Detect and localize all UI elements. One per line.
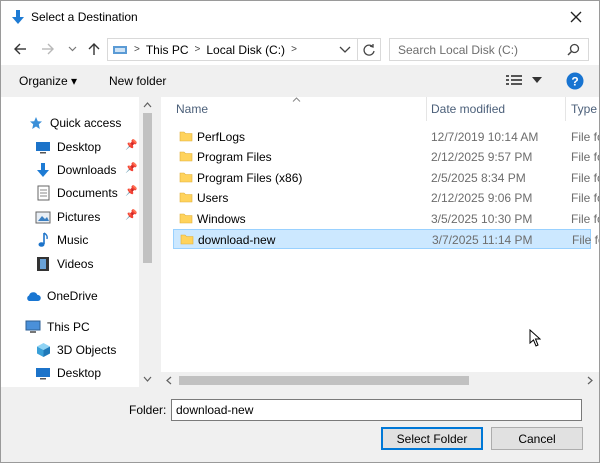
scroll-down-icon[interactable]	[143, 376, 152, 382]
column-header-date[interactable]: Date modified	[431, 97, 505, 121]
search-box[interactable]	[389, 38, 589, 61]
back-arrow-icon	[14, 43, 26, 55]
organize-button[interactable]: Organize ▾	[19, 74, 77, 88]
breadcrumb-local-disk[interactable]: Local Disk (C:)	[206, 43, 285, 57]
documents-icon	[35, 185, 51, 201]
forward-button[interactable]	[39, 40, 57, 58]
pin-icon: 📌	[125, 210, 138, 221]
nav-scroll-thumb[interactable]	[143, 113, 152, 263]
table-row[interactable]: Users 2/12/2025 9:06 PM File fo	[173, 188, 599, 208]
column-divider[interactable]	[426, 97, 427, 121]
pin-icon: 📌	[125, 186, 138, 197]
download-icon	[35, 162, 51, 178]
nav-item-desktop-pc[interactable]: Desktop	[35, 363, 101, 383]
cancel-button[interactable]: Cancel	[491, 427, 583, 450]
cube-icon	[35, 342, 51, 358]
horizontal-scrollbar[interactable]	[161, 372, 599, 389]
toolbar: Organize ▾ New folder ?	[1, 65, 599, 97]
search-icon	[567, 43, 580, 56]
cloud-icon	[25, 288, 41, 304]
column-header-name[interactable]: Name	[176, 97, 208, 121]
nav-item-quick-access[interactable]: Quick access	[28, 113, 121, 133]
computer-icon	[25, 319, 41, 335]
nav-scrollbar[interactable]	[139, 97, 156, 387]
column-divider[interactable]	[565, 97, 566, 121]
nav-item-desktop[interactable]: Desktop	[35, 137, 101, 157]
breadcrumb-separator: >	[134, 44, 140, 55]
scroll-up-icon[interactable]	[143, 102, 152, 108]
close-button[interactable]	[553, 1, 599, 33]
music-icon	[35, 232, 51, 248]
scroll-right-icon[interactable]	[587, 376, 593, 385]
nav-item-pictures[interactable]: Pictures	[35, 207, 100, 227]
breadcrumb-separator: >	[194, 44, 201, 55]
address-row: > This PC > Local Disk (C:) >	[1, 33, 599, 65]
recent-locations-button[interactable]	[63, 40, 81, 58]
forward-arrow-icon	[42, 43, 54, 55]
address-bar[interactable]: > This PC > Local Disk (C:) >	[107, 38, 381, 61]
search-input[interactable]	[390, 39, 560, 60]
horizontal-scroll-thumb[interactable]	[179, 376, 469, 385]
folder-label: Folder:	[129, 403, 167, 417]
close-icon	[570, 11, 582, 23]
folder-icon	[179, 213, 193, 224]
table-row[interactable]: Windows 3/5/2025 10:30 PM File fo	[173, 209, 599, 229]
back-button[interactable]	[11, 40, 29, 58]
new-folder-button[interactable]: New folder	[109, 74, 166, 88]
pictures-icon	[35, 209, 51, 225]
select-folder-button[interactable]: Select Folder	[381, 427, 483, 450]
download-arrow-icon	[12, 10, 24, 24]
details-view-icon	[506, 75, 522, 85]
window-title: Select a Destination	[31, 10, 138, 24]
pin-icon: 📌	[125, 140, 138, 151]
refresh-icon[interactable]	[362, 43, 376, 57]
desktop-icon	[35, 365, 51, 381]
nav-item-music[interactable]: Music	[35, 230, 88, 250]
table-row[interactable]: PerfLogs 12/7/2019 10:14 AM File fo	[173, 127, 599, 147]
pin-icon: 📌	[125, 163, 138, 174]
file-list: Name Date modified Type PerfLogs 12/7/20…	[161, 97, 599, 372]
star-icon	[28, 115, 44, 131]
breadcrumb-this-pc[interactable]: This PC	[146, 43, 189, 57]
chevron-down-icon[interactable]	[339, 46, 351, 54]
navigation-pane: Quick access Desktop 📌 Downloads 📌 Docum…	[1, 97, 156, 387]
folder-name-field[interactable]	[171, 399, 582, 421]
table-row-selected[interactable]: download-new 3/7/2025 11:14 PM File fo	[173, 229, 599, 249]
up-arrow-icon	[88, 43, 100, 55]
nav-item-downloads[interactable]: Downloads	[35, 160, 116, 180]
table-row[interactable]: Program Files 2/12/2025 9:57 PM File fo	[173, 147, 599, 167]
nav-item-3d-objects[interactable]: 3D Objects	[35, 340, 116, 360]
desktop-icon	[35, 139, 51, 155]
folder-icon	[179, 172, 193, 183]
select-destination-dialog: Select a Destination > This PC > Local D…	[0, 0, 600, 463]
scroll-left-icon[interactable]	[166, 376, 172, 385]
view-options-button[interactable]	[506, 74, 542, 86]
nav-item-this-pc[interactable]: This PC	[25, 317, 90, 337]
folder-icon	[179, 151, 193, 162]
mouse-cursor-icon	[529, 329, 541, 347]
column-header-type[interactable]: Type	[571, 97, 597, 121]
folder-icon	[179, 192, 193, 203]
svg-text:?: ?	[571, 75, 578, 89]
folder-icon	[180, 234, 194, 245]
sort-up-icon	[292, 97, 301, 102]
nav-item-documents[interactable]: Documents	[35, 183, 118, 203]
folder-icon	[179, 131, 193, 142]
nav-item-onedrive[interactable]: OneDrive	[25, 286, 98, 306]
chevron-down-icon	[68, 46, 76, 52]
caret-down-icon	[532, 77, 542, 83]
table-row[interactable]: Program Files (x86) 2/5/2025 8:34 PM Fil…	[173, 168, 599, 188]
this-pc-icon	[113, 45, 127, 54]
help-icon[interactable]: ?	[566, 72, 584, 90]
breadcrumb-separator: >	[291, 44, 297, 55]
videos-icon	[35, 256, 51, 272]
up-button[interactable]	[85, 40, 103, 58]
nav-item-videos[interactable]: Videos	[35, 254, 93, 274]
title-bar: Select a Destination	[1, 1, 599, 33]
